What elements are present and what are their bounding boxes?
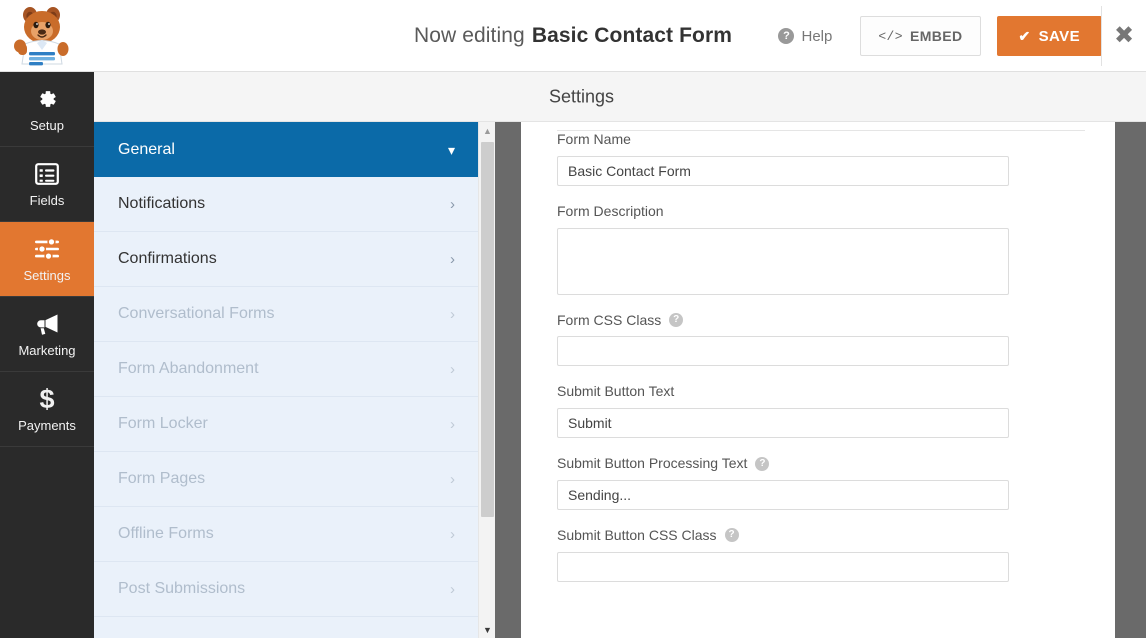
general-settings-content: Form Name Form Description Form CSS Clas… [521,122,1115,638]
rail-item-fields[interactable]: Fields [0,147,94,222]
close-builder-button[interactable]: ✖ [1102,0,1146,72]
embed-button-label: EMBED [909,28,963,44]
settings-item-notifications[interactable]: Notifications › [94,177,478,232]
form-title-label: Basic Contact Form [531,24,732,47]
embed-button[interactable]: </> EMBED [860,16,981,56]
code-brackets-icon: </> [878,28,903,44]
settings-item-label: Post Submissions [118,580,246,597]
field-label-text: Form CSS Class [557,311,662,328]
panel-separator-right [1115,122,1146,638]
settings-item-label: Form Pages [118,470,206,487]
megaphone-icon [34,311,61,337]
question-circle-icon[interactable]: ? [669,312,684,327]
field-form-description: Form Description [557,203,1079,295]
help-button[interactable]: ? Help [770,22,840,51]
settings-list-scrollbar[interactable]: ▲ ▼ [478,122,496,638]
field-label: Submit Button Processing Text ? [557,455,1079,472]
chevron-right-icon: › [450,580,455,598]
top-toolbar: Now editing Basic Contact Form ? Help </… [0,0,1146,72]
form-description-textarea[interactable] [557,227,1009,295]
submit-button-css-class-input[interactable] [557,551,1009,582]
rail-item-payments-label: Payments [18,418,76,433]
list-icon [35,161,59,187]
field-submit-button-css-class: Submit Button CSS Class ? [557,527,1079,582]
rail-item-settings-label: Settings [23,268,71,283]
field-label: Form CSS Class ? [557,312,1079,329]
settings-item-general[interactable]: General ▾ [94,122,478,177]
help-button-label: Help [801,27,833,45]
rail-item-marketing-label: Marketing [18,343,76,358]
settings-item-form-locker[interactable]: Form Locker › [94,397,478,452]
field-form-name: Form Name [557,131,1079,186]
settings-item-label: Form Abandonment [118,360,259,377]
question-circle-icon: ? [778,28,795,44]
settings-panel-title: Settings [549,86,615,106]
field-label: Submit Button CSS Class ? [557,527,1079,544]
settings-item-form-pages[interactable]: Form Pages › [94,452,478,507]
dollar-icon: $ [39,383,55,414]
settings-item-label: Notifications [118,195,206,212]
rail-item-payments[interactable]: $ Payments [0,372,94,447]
field-label: Form Name [557,131,1079,148]
check-icon: ✔ [1018,28,1031,44]
field-label: Submit Button Text [557,383,1079,400]
settings-item-label: Confirmations [118,250,217,267]
submit-button-processing-text-input[interactable] [557,479,1009,510]
field-label-text: Submit Button Text [557,383,675,400]
field-submit-button-text: Submit Button Text [557,383,1079,439]
settings-panel-header: Settings [94,72,1146,122]
field-submit-button-processing-text: Submit Button Processing Text ? [557,455,1079,510]
chevron-right-icon: › [450,470,455,488]
scroll-down-arrow-icon[interactable]: ▼ [479,621,496,638]
field-form-css-class: Form CSS Class ? [557,312,1079,367]
settings-item-label: Conversational Forms [118,305,275,322]
rail-item-fields-label: Fields [29,193,65,208]
settings-item-form-abandonment[interactable]: Form Abandonment › [94,342,478,397]
wpforms-logo [8,2,80,70]
field-label-text: Submit Button Processing Text [557,455,748,472]
settings-item-post-submissions[interactable]: Post Submissions › [94,562,478,617]
chevron-right-icon: › [450,360,455,378]
form-name-input[interactable] [557,155,1009,186]
field-label-text: Form Description [557,202,664,219]
editing-prefix-label: Now editing [413,24,525,47]
chevron-down-icon: ▾ [447,141,455,158]
question-circle-icon[interactable]: ? [724,528,739,543]
rail-item-marketing[interactable]: Marketing [0,297,94,372]
question-circle-icon[interactable]: ? [755,456,770,471]
scrollbar-thumb[interactable] [481,142,494,517]
scroll-up-arrow-icon[interactable]: ▲ [479,122,496,139]
rail-item-setup-label: Setup [30,118,64,133]
form-builder-window: Now editing Basic Contact Form ? Help </… [0,0,1146,638]
settings-item-conversational-forms[interactable]: Conversational Forms › [94,287,478,342]
settings-item-label: Form Locker [118,415,208,432]
close-x-icon: ✖ [1113,22,1135,49]
sliders-icon [34,236,60,262]
field-label-text: Form Name [557,131,631,147]
builder-nav-rail: Setup Fields Settings Marketing $ Paymen… [0,72,94,638]
settings-item-label: Offline Forms [118,525,214,542]
save-button[interactable]: ✔ SAVE [996,16,1102,56]
chevron-right-icon: › [450,305,455,323]
settings-item-label: General [118,140,175,158]
chevron-right-icon: › [450,415,455,433]
gear-icon [35,86,59,112]
general-settings-fields: Form Name Form Description Form CSS Clas… [521,131,1115,599]
chevron-right-icon: › [450,525,455,543]
rail-item-settings[interactable]: Settings [0,222,94,297]
submit-button-text-input[interactable] [557,408,1009,439]
rail-item-setup[interactable]: Setup [0,72,94,147]
field-label: Form Description [557,203,1079,220]
panel-separator-left [495,122,521,638]
settings-item-offline-forms[interactable]: Offline Forms › [94,507,478,562]
form-css-class-input[interactable] [557,336,1009,367]
toolbar-actions: ? Help </> EMBED ✔ SAVE [770,0,1102,72]
save-button-label: SAVE [1038,27,1080,45]
chevron-right-icon: › [450,250,455,268]
settings-nav-list: General ▾ Notifications › Confirmations … [94,122,478,638]
settings-item-confirmations[interactable]: Confirmations › [94,232,478,287]
chevron-right-icon: › [450,195,455,213]
field-label-text: Submit Button CSS Class [557,526,717,543]
